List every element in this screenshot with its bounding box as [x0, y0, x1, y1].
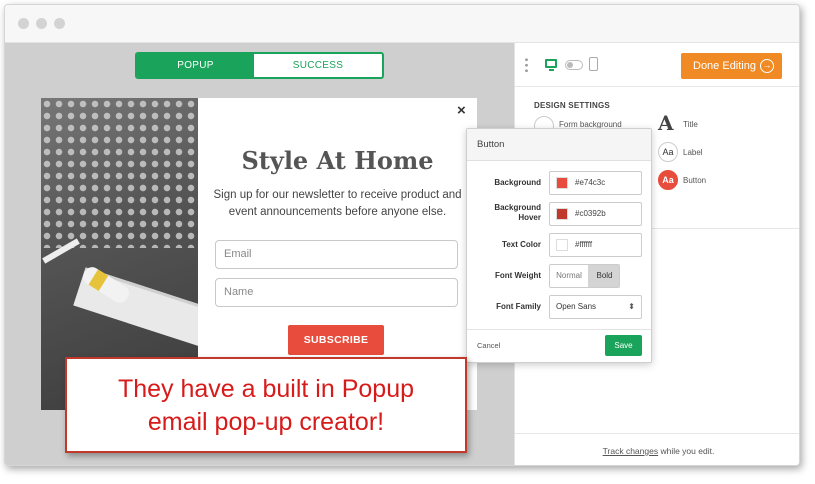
- weight-normal-option[interactable]: Normal: [550, 265, 588, 287]
- view-tabs: POPUP SUCCESS: [135, 52, 384, 79]
- background-hover-label: Background Hover: [494, 203, 541, 222]
- popup-title[interactable]: Style At Home: [198, 146, 477, 175]
- email-field[interactable]: Email: [215, 240, 458, 269]
- track-changes-footer: Track changes while you edit.: [515, 433, 799, 465]
- font-family-value: Open Sans: [556, 302, 597, 311]
- button-option-label: Button: [683, 176, 707, 185]
- hover-value: #c0392b: [575, 209, 606, 218]
- label-option[interactable]: Aa: [658, 142, 678, 162]
- text-color-label: Text Color: [502, 240, 541, 249]
- text-color-field[interactable]: #ffffff: [549, 233, 642, 257]
- callout-line-2: email pop-up creator!: [147, 408, 385, 436]
- window-maximize-dot[interactable]: [54, 18, 65, 29]
- background-hover-field[interactable]: #c0392b: [549, 202, 642, 226]
- background-color-field[interactable]: #e74c3c: [549, 171, 642, 195]
- name-field[interactable]: Name: [215, 278, 458, 307]
- button-option[interactable]: Aa: [658, 170, 678, 190]
- desktop-icon-stand: [549, 69, 554, 71]
- background-label: Background: [494, 178, 541, 187]
- cancel-button[interactable]: Cancel: [477, 341, 500, 350]
- label-option-label: Label: [683, 148, 703, 157]
- text-color-swatch[interactable]: [556, 239, 568, 251]
- done-editing-button[interactable]: Done Editing →: [681, 53, 782, 79]
- annotation-callout: They have a built in Popup email pop-up …: [65, 357, 467, 453]
- button-panel-header: Button: [467, 129, 651, 161]
- mobile-icon[interactable]: [589, 57, 598, 71]
- callout-text: They have a built in Popup email pop-up …: [67, 373, 465, 439]
- close-icon[interactable]: ×: [457, 102, 466, 119]
- panel-footer-divider: [467, 329, 651, 330]
- design-settings-heading: DESIGN SETTINGS: [534, 101, 610, 110]
- subscribe-button[interactable]: SUBSCRIBE: [288, 325, 384, 355]
- drag-handle-icon[interactable]: [525, 57, 528, 73]
- background-value: #e74c3c: [575, 178, 606, 187]
- mesh-chair-pattern: [41, 98, 198, 248]
- save-button[interactable]: Save: [605, 335, 642, 356]
- title-bar: [5, 5, 799, 43]
- tab-popup[interactable]: POPUP: [137, 54, 254, 77]
- track-changes-text: while you edit.: [658, 446, 715, 456]
- font-weight-label: Font Weight: [494, 271, 541, 280]
- browser-window: POPUP SUCCESS × Style At Home Sign up fo…: [4, 4, 800, 466]
- font-family-label: Font Family: [496, 302, 541, 311]
- device-toggle[interactable]: [565, 60, 583, 70]
- weight-bold-option[interactable]: Bold: [588, 265, 619, 287]
- sidebar-toolbar: Done Editing →: [515, 43, 799, 87]
- popup-subtitle[interactable]: Sign up for our newsletter to receive pr…: [211, 187, 464, 221]
- tab-success[interactable]: SUCCESS: [254, 54, 382, 77]
- background-swatch[interactable]: [556, 177, 568, 189]
- hover-swatch[interactable]: [556, 208, 568, 220]
- window-minimize-dot[interactable]: [36, 18, 47, 29]
- arrow-right-icon: →: [760, 59, 774, 73]
- text-color-value: #ffffff: [575, 240, 593, 249]
- track-changes-link[interactable]: Track changes: [603, 446, 658, 456]
- desktop-icon[interactable]: [545, 59, 557, 68]
- toggle-knob: [567, 62, 573, 68]
- done-editing-label: Done Editing: [693, 60, 756, 72]
- font-weight-toggle: Normal Bold: [549, 264, 620, 288]
- title-option-label: Title: [683, 120, 698, 129]
- button-settings-panel: Button Background #e74c3c Background Hov…: [466, 128, 652, 363]
- select-arrows-icon: ⬍: [628, 302, 635, 311]
- callout-line-1: They have a built in Popup: [117, 375, 415, 403]
- title-font-icon[interactable]: A: [658, 111, 674, 135]
- window-close-dot[interactable]: [18, 18, 29, 29]
- font-family-select[interactable]: Open Sans ⬍: [549, 295, 642, 319]
